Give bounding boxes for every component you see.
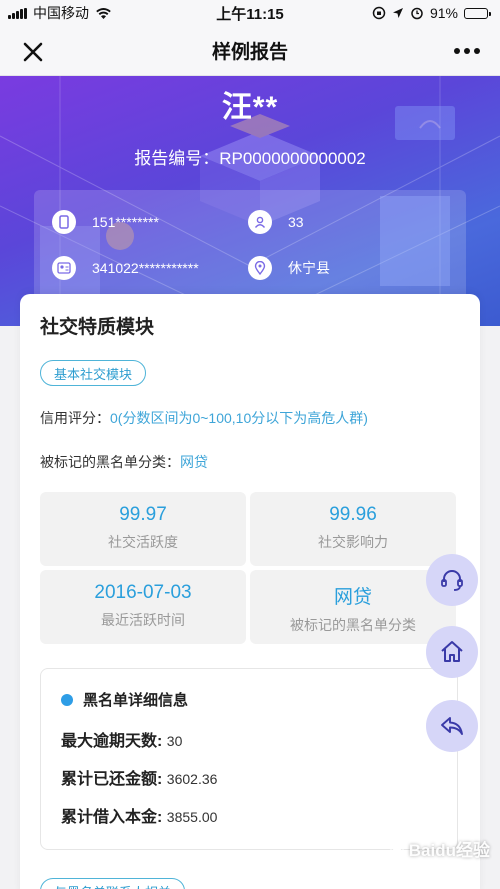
detail-label: 累计借入本金: [61,809,163,826]
detail-row: 累计已还金额: 3602.36 [61,765,217,789]
stat-tile: 99.96 社交影响力 [250,492,456,566]
home-button[interactable] [426,626,478,678]
stat-label: 被标记的黑名单分类 [290,617,416,633]
detail-value: 3855.00 [166,809,218,825]
social-module-card: 社交特质模块 基本社交模块 信用评分：0(分数区间为0~100,10分以下为高危… [20,294,480,889]
headset-icon [441,570,463,591]
blacklist-category-label: 被标记的黑名单分类： [40,454,180,470]
person-name: 汪** [221,91,279,124]
stat-label: 社交影响力 [318,534,388,550]
blacklist-detail-title: 黑名单详细信息 [61,689,188,710]
stat-tile: 99.97 社交活跃度 [40,492,246,566]
location-info: 休宁县 [248,256,330,280]
customer-service-button[interactable] [426,554,478,606]
person-icon [248,210,272,234]
paw-logo-icon [388,840,405,856]
orientation-lock-icon [372,6,386,20]
page-title: 样例报告 [211,42,288,63]
phone-number: 151******** [92,214,159,230]
status-right: 91% [372,5,491,21]
baidu-watermark: Baidu经验 [387,836,490,861]
carrier-label: 中国移动 [33,5,89,21]
reply-arrow-icon [441,717,463,735]
stat-value: 99.97 [119,504,167,525]
personal-info-card: 151******** 33 341022*********** 休宁县 [34,190,466,300]
id-card-icon [52,256,76,280]
blacklist-contacts-tag[interactable]: 与黑名单联系人相关 [40,878,186,889]
location-value: 休宁县 [288,260,330,276]
credit-score-label: 信用评分： [40,410,110,426]
signal-icon [8,7,27,19]
report-number: 报告编号：RP0000000000002 [134,149,366,168]
credit-score-value: 0(分数区间为0~100,10分以下为高危人群) [110,410,368,426]
back-button[interactable] [426,700,478,752]
stat-tile: 2016-07-03 最近活跃时间 [40,570,246,644]
stat-label: 社交活跃度 [108,534,178,550]
age-info: 33 [248,210,304,234]
stat-label: 最近活跃时间 [101,612,185,628]
battery-icon [464,7,491,19]
age-value: 33 [288,214,304,230]
stat-value: 99.96 [329,504,377,525]
watermark-text: Baidu经验 [408,841,490,860]
phone-info: 151******** [52,210,159,234]
location-pin-icon [248,256,272,280]
status-left: 中国移动 [8,3,112,23]
blacklist-category-row: 被标记的黑名单分类：网贷 [40,452,208,472]
module-title: 社交特质模块 [40,317,155,338]
phone-icon [52,210,76,234]
detail-title-text: 黑名单详细信息 [83,692,189,709]
bullet-dot-icon [61,693,73,706]
stat-value: 网贷 [333,587,372,608]
detail-label: 最大逾期天数: [61,733,163,750]
status-bar: 中国移动 上午11:15 91% [0,0,500,26]
basic-social-tag[interactable]: 基本社交模块 [40,360,147,386]
blacklist-detail-box: 黑名单详细信息 最大逾期天数: 30 累计已还金额: 3602.36 累计借入本… [40,668,458,850]
id-info: 341022*********** [52,256,199,280]
detail-row: 最大逾期天数: 30 [61,727,182,751]
nav-bar: 样例报告 [0,26,500,76]
wifi-icon [96,7,111,19]
id-number: 341022*********** [92,260,199,276]
location-arrow-icon [392,8,403,18]
alarm-icon [411,7,423,20]
stats-grid: 99.97 社交活跃度 99.96 社交影响力 2016-07-03 最近活跃时… [40,492,456,644]
detail-value: 30 [166,733,183,749]
home-icon [441,641,463,662]
detail-value: 3602.36 [166,771,218,787]
report-header: 汪** 报告编号：RP0000000000002 151******** 33 … [0,76,500,326]
detail-label: 累计已还金额: [61,771,163,788]
battery-percent: 91% [429,5,458,21]
close-icon[interactable] [20,39,46,65]
stat-value: 2016-07-03 [94,582,192,603]
blacklist-category-value: 网贷 [180,454,208,470]
credit-score-row: 信用评分：0(分数区间为0~100,10分以下为高危人群) [40,408,368,428]
detail-row: 累计借入本金: 3855.00 [61,803,217,827]
more-icon[interactable] [452,44,482,58]
